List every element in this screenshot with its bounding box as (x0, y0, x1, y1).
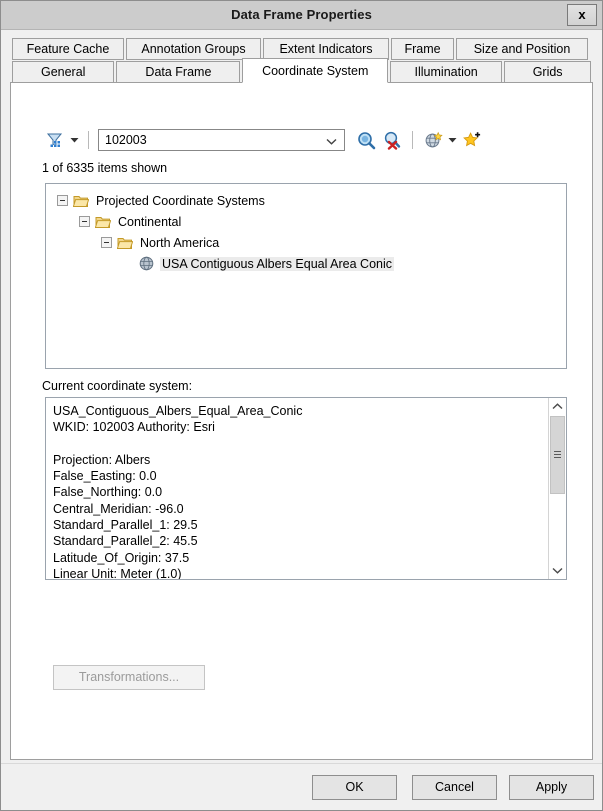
toolbar-divider-1 (88, 131, 89, 149)
items-shown-status: 1 of 6335 items shown (42, 161, 168, 175)
current-coordinate-system-text: USA_Contiguous_Albers_Equal_Area_Conic W… (53, 404, 303, 579)
globe-add-icon[interactable] (420, 128, 446, 152)
globe-coordinate-system-icon (139, 256, 154, 271)
tab-feature-cache[interactable]: Feature Cache (12, 38, 124, 60)
coordinate-system-scrollbar[interactable] (548, 398, 566, 579)
folder-open-icon (117, 236, 133, 250)
coordinate-search-toolbar: 102003 (42, 127, 485, 153)
tab-size-and-position[interactable]: Size and Position (456, 38, 588, 60)
scroll-down-chevron-down-icon[interactable] (549, 562, 566, 579)
minus-box-icon[interactable] (79, 216, 90, 227)
filter-funnel-icon[interactable] (42, 128, 68, 152)
current-coordinate-system-box: USA_Contiguous_Albers_Equal_Area_Conic W… (45, 397, 567, 580)
page-title: Data Frame Properties (231, 7, 372, 22)
title-bar: Data Frame Properties x (1, 1, 602, 30)
tab-data-frame[interactable]: Data Frame (116, 61, 241, 83)
scrollbar-grip-icon (554, 451, 561, 459)
scrollbar-thumb[interactable] (550, 416, 565, 494)
data-frame-properties-dialog: Data Frame Properties x Feature Cache An… (0, 0, 603, 811)
minus-box-icon[interactable] (57, 195, 68, 206)
folder-open-icon (73, 194, 89, 208)
tab-row-lower: General Data Frame Coordinate System Ill… (12, 58, 593, 83)
current-coordinate-system-label: Current coordinate system: (42, 379, 193, 393)
dialog-footer: OK Cancel Apply (1, 763, 602, 810)
tab-coordinate-system[interactable]: Coordinate System (242, 58, 389, 83)
magnifier-search-icon[interactable] (353, 128, 379, 152)
minus-box-icon[interactable] (101, 237, 112, 248)
toolbar-divider-2 (412, 131, 413, 149)
tree-node-north-america[interactable]: North America (46, 232, 566, 253)
tab-illumination[interactable]: Illumination (390, 61, 503, 83)
tab-grids[interactable]: Grids (504, 61, 591, 83)
tree-node-continental[interactable]: Continental (46, 211, 566, 232)
tree-node-projected-coordinate-systems[interactable]: Projected Coordinate Systems (46, 184, 566, 211)
folder-open-icon (95, 215, 111, 229)
tab-row-upper: Feature Cache Annotation Groups Extent I… (12, 38, 593, 60)
cancel-button[interactable]: Cancel (412, 775, 497, 800)
magnifier-clear-search-icon[interactable] (379, 128, 405, 152)
tree-node-usa-contiguous-albers[interactable]: USA Contiguous Albers Equal Area Conic (46, 253, 566, 274)
tab-frame[interactable]: Frame (391, 38, 454, 60)
tree-node-label: Projected Coordinate Systems (96, 193, 265, 208)
search-input[interactable]: 102003 (98, 129, 345, 151)
search-input-value: 102003 (105, 133, 147, 147)
tree-node-label: North America (140, 235, 220, 250)
ok-button[interactable]: OK (312, 775, 397, 800)
coordinate-system-panel: 102003 1 of 6335 items shown Projected C… (10, 82, 593, 760)
scroll-up-chevron-up-icon[interactable] (549, 398, 566, 415)
tab-extent-indicators[interactable]: Extent Indicators (263, 38, 389, 60)
close-button[interactable]: x (567, 4, 597, 26)
transformations-button[interactable]: Transformations... (53, 665, 205, 690)
tab-annotation-groups[interactable]: Annotation Groups (126, 38, 261, 60)
globe-dropdown-chevron-down-icon[interactable] (446, 128, 459, 152)
search-combo-chevron-down-icon[interactable] (326, 130, 337, 152)
star-add-favorite-icon[interactable] (459, 128, 485, 152)
filter-dropdown-chevron-down-icon[interactable] (68, 128, 81, 152)
tab-area: Feature Cache Annotation Groups Extent I… (1, 30, 602, 763)
apply-button[interactable]: Apply (509, 775, 594, 800)
tab-general[interactable]: General (12, 61, 115, 83)
coordinate-system-tree[interactable]: Projected Coordinate Systems Continental (45, 183, 567, 369)
tree-node-label: Continental (118, 214, 182, 229)
tree-node-label: USA Contiguous Albers Equal Area Conic (160, 256, 394, 271)
